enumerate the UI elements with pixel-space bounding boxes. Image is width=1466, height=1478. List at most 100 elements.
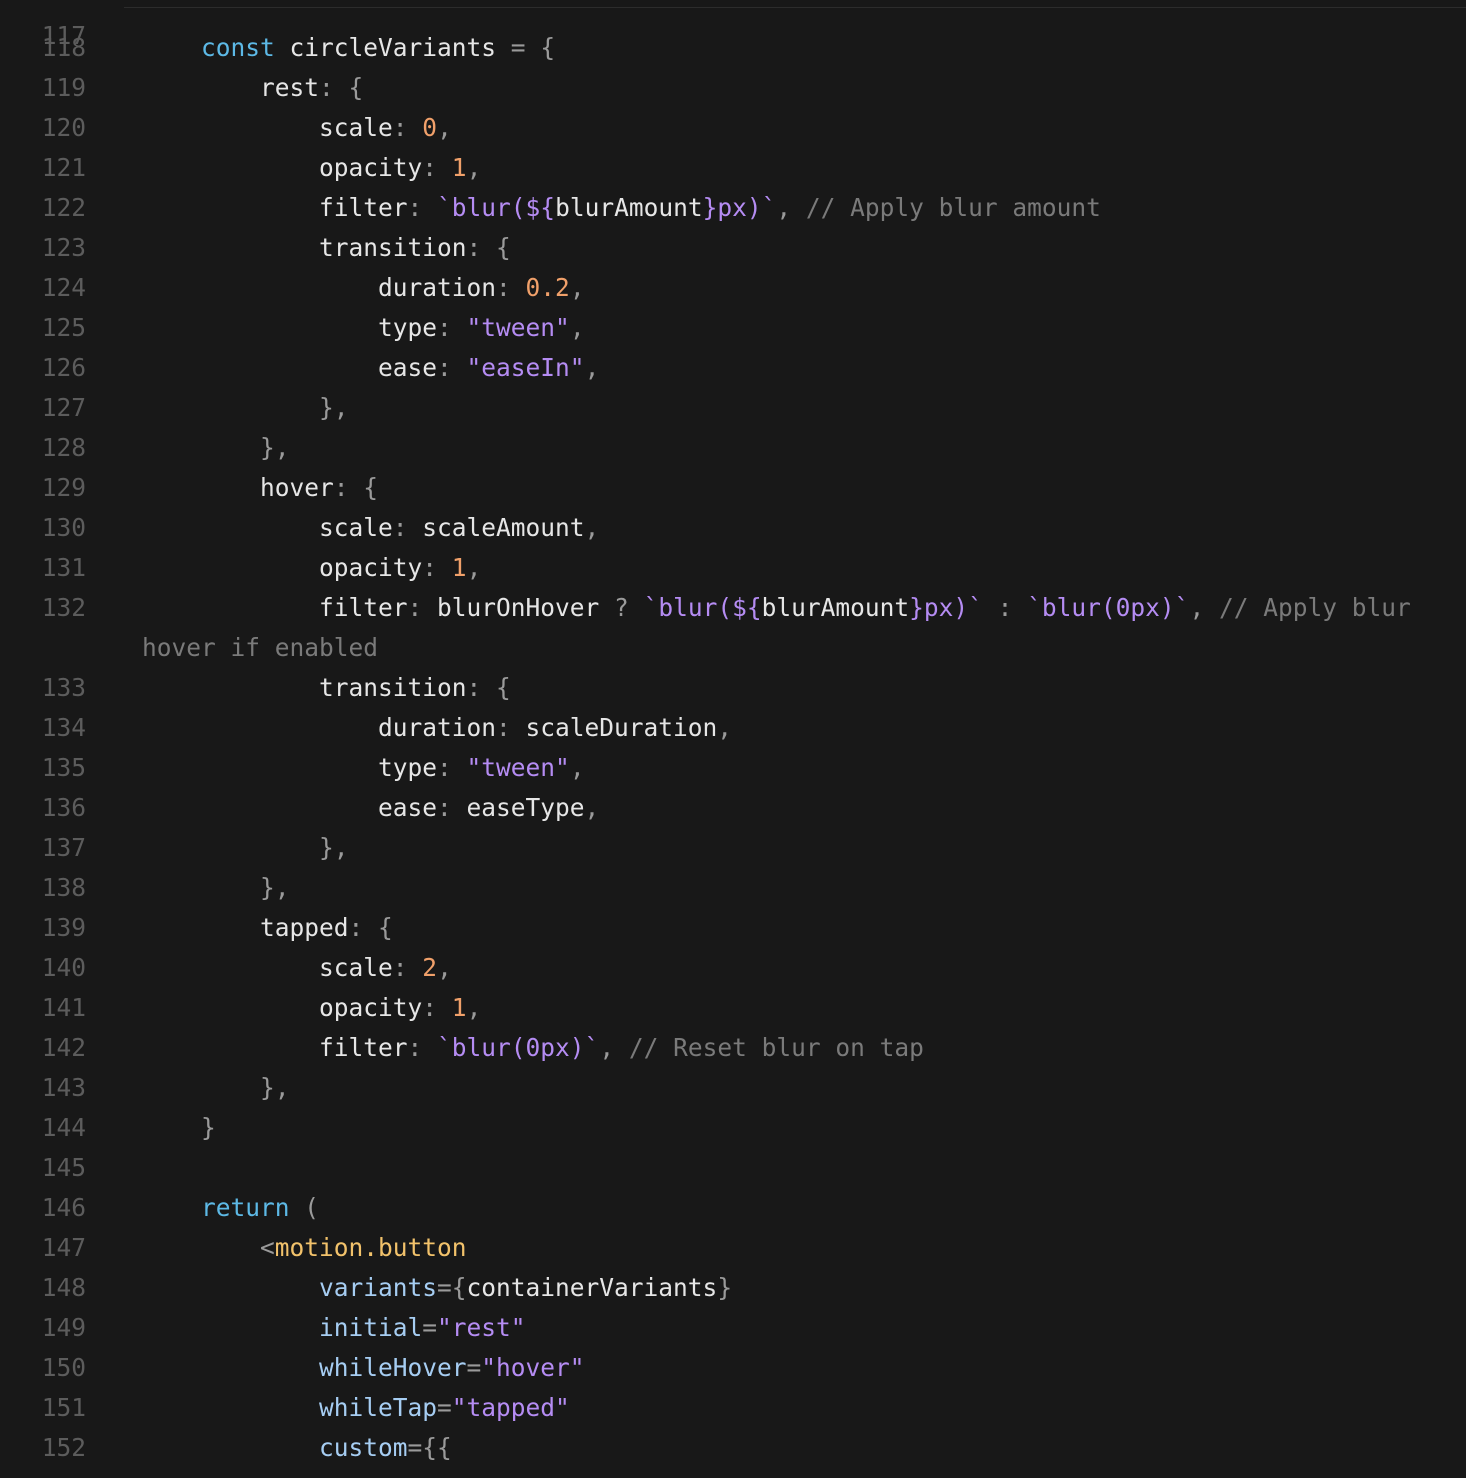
line-number: 133 [41,673,86,702]
line-number: 145 [41,1153,86,1182]
code-line[interactable]: 137 }, [0,828,1466,868]
code-line[interactable]: 120 scale: 0, [0,108,1466,148]
code-token: }, [319,833,349,862]
code-line[interactable]: 146 return ( [0,1188,1466,1228]
code-line[interactable]: 121 opacity: 1, [0,148,1466,188]
line-code: }, [142,868,290,908]
code-token: circleVariants [274,33,511,62]
code-editor[interactable]: 117 118 const circleVariants = {119 rest… [0,0,1466,1478]
code-line[interactable]: 119 rest: { [0,68,1466,108]
code-line[interactable]: 140 scale: 2, [0,948,1466,988]
code-token: 1 [451,153,467,182]
line-code: duration: 0.2, [142,268,585,308]
code-token: "easeIn" [466,353,585,382]
code-token: : [407,193,423,222]
code-token: scale [142,953,393,982]
code-line[interactable]: 129 hover: { [0,468,1466,508]
code-token: = [466,1353,482,1382]
code-token: scale [142,113,393,142]
code-token: scaleAmount [407,513,585,542]
code-token: : [422,553,438,582]
code-token: : [392,953,408,982]
code-token: transition [142,673,467,702]
code-line[interactable]: 145 [0,1148,1466,1188]
code-line[interactable]: 127 }, [0,388,1466,428]
code-line[interactable]: 149 initial="rest" [0,1308,1466,1348]
code-line[interactable]: 142 filter: `blur(0px)`, // Reset blur o… [0,1028,1466,1068]
code-token: = [510,33,526,62]
code-line[interactable]: 130 scale: scaleAmount, [0,508,1466,548]
code-line[interactable]: 128 }, [0,428,1466,468]
line-code: <motion.button [142,1228,467,1268]
code-line[interactable]: 151 whileTap="tapped" [0,1388,1466,1428]
line-number: 140 [41,953,86,982]
code-token: blurAmount [555,193,703,222]
code-token: : [466,233,482,262]
line-number: 151 [41,1393,86,1422]
code-line[interactable]: 126 ease: "easeIn", [0,348,1466,388]
line-number: 127 [41,393,86,422]
code-token: : [997,593,1013,622]
line-number: 132 [41,593,86,622]
code-token: : [407,593,423,622]
line-number: 128 [41,433,86,462]
code-line[interactable]: 143 }, [0,1068,1466,1108]
code-token: const [201,33,275,62]
code-line[interactable]: 152 custom={{ [0,1428,1466,1468]
code-token: ease [142,793,438,822]
code-line[interactable]: 133 transition: { [0,668,1466,708]
code-token: , [584,513,600,542]
code-line[interactable]: 122 filter: `blur(${blurAmount}px)`, // … [0,188,1466,228]
code-line[interactable]: 125 type: "tween", [0,308,1466,348]
code-token: blurOnHover [422,593,615,622]
code-line[interactable]: 150 whileHover="hover" [0,1348,1466,1388]
code-token: 2 [422,953,438,982]
code-token: filter [142,1033,408,1062]
code-line[interactable]: 139 tapped: { [0,908,1466,948]
code-line[interactable]: 118 const circleVariants = { [0,28,1466,68]
code-line[interactable]: 144 } [0,1108,1466,1148]
code-line[interactable]: 136 ease: easeType, [0,788,1466,828]
code-token: opacity [142,993,423,1022]
code-line[interactable]: 138 }, [0,868,1466,908]
code-line[interactable]: 147 <motion.button [0,1228,1466,1268]
code-line[interactable]: 134 duration: scaleDuration, [0,708,1466,748]
line-code: return ( [142,1188,319,1228]
line-code: whileHover="hover" [142,1348,585,1388]
code-token: blurAmount [761,593,910,622]
code-line[interactable]: 148 variants={containerVariants} [0,1268,1466,1308]
code-line-wrap[interactable]: hover if enabled [0,628,1466,668]
code-line[interactable]: 124 duration: 0.2, [0,268,1466,308]
code-token: { [378,913,393,942]
code-token: // Apply blur [1218,593,1411,622]
code-token: , [569,753,585,782]
code-token: "tween" [466,313,570,342]
code-token: ={ [437,1273,467,1302]
code-token: , [584,793,600,822]
code-token: custom [319,1433,408,1462]
code-token: { [496,233,511,262]
code-line[interactable]: 132 filter: blurOnHover ? `blur(${blurAm… [0,588,1466,628]
code-line[interactable]: 131 opacity: 1, [0,548,1466,588]
code-token: 0 [422,113,438,142]
code-token: , [466,993,482,1022]
code-line[interactable]: 141 opacity: 1, [0,988,1466,1028]
line-code: filter: blurOnHover ? `blur(${blurAmount… [142,588,1411,628]
code-line[interactable]: 123 transition: { [0,228,1466,268]
code-token: variants [319,1273,438,1302]
code-token: = [437,1393,452,1422]
code-line[interactable]: 135 type: "tween", [0,748,1466,788]
